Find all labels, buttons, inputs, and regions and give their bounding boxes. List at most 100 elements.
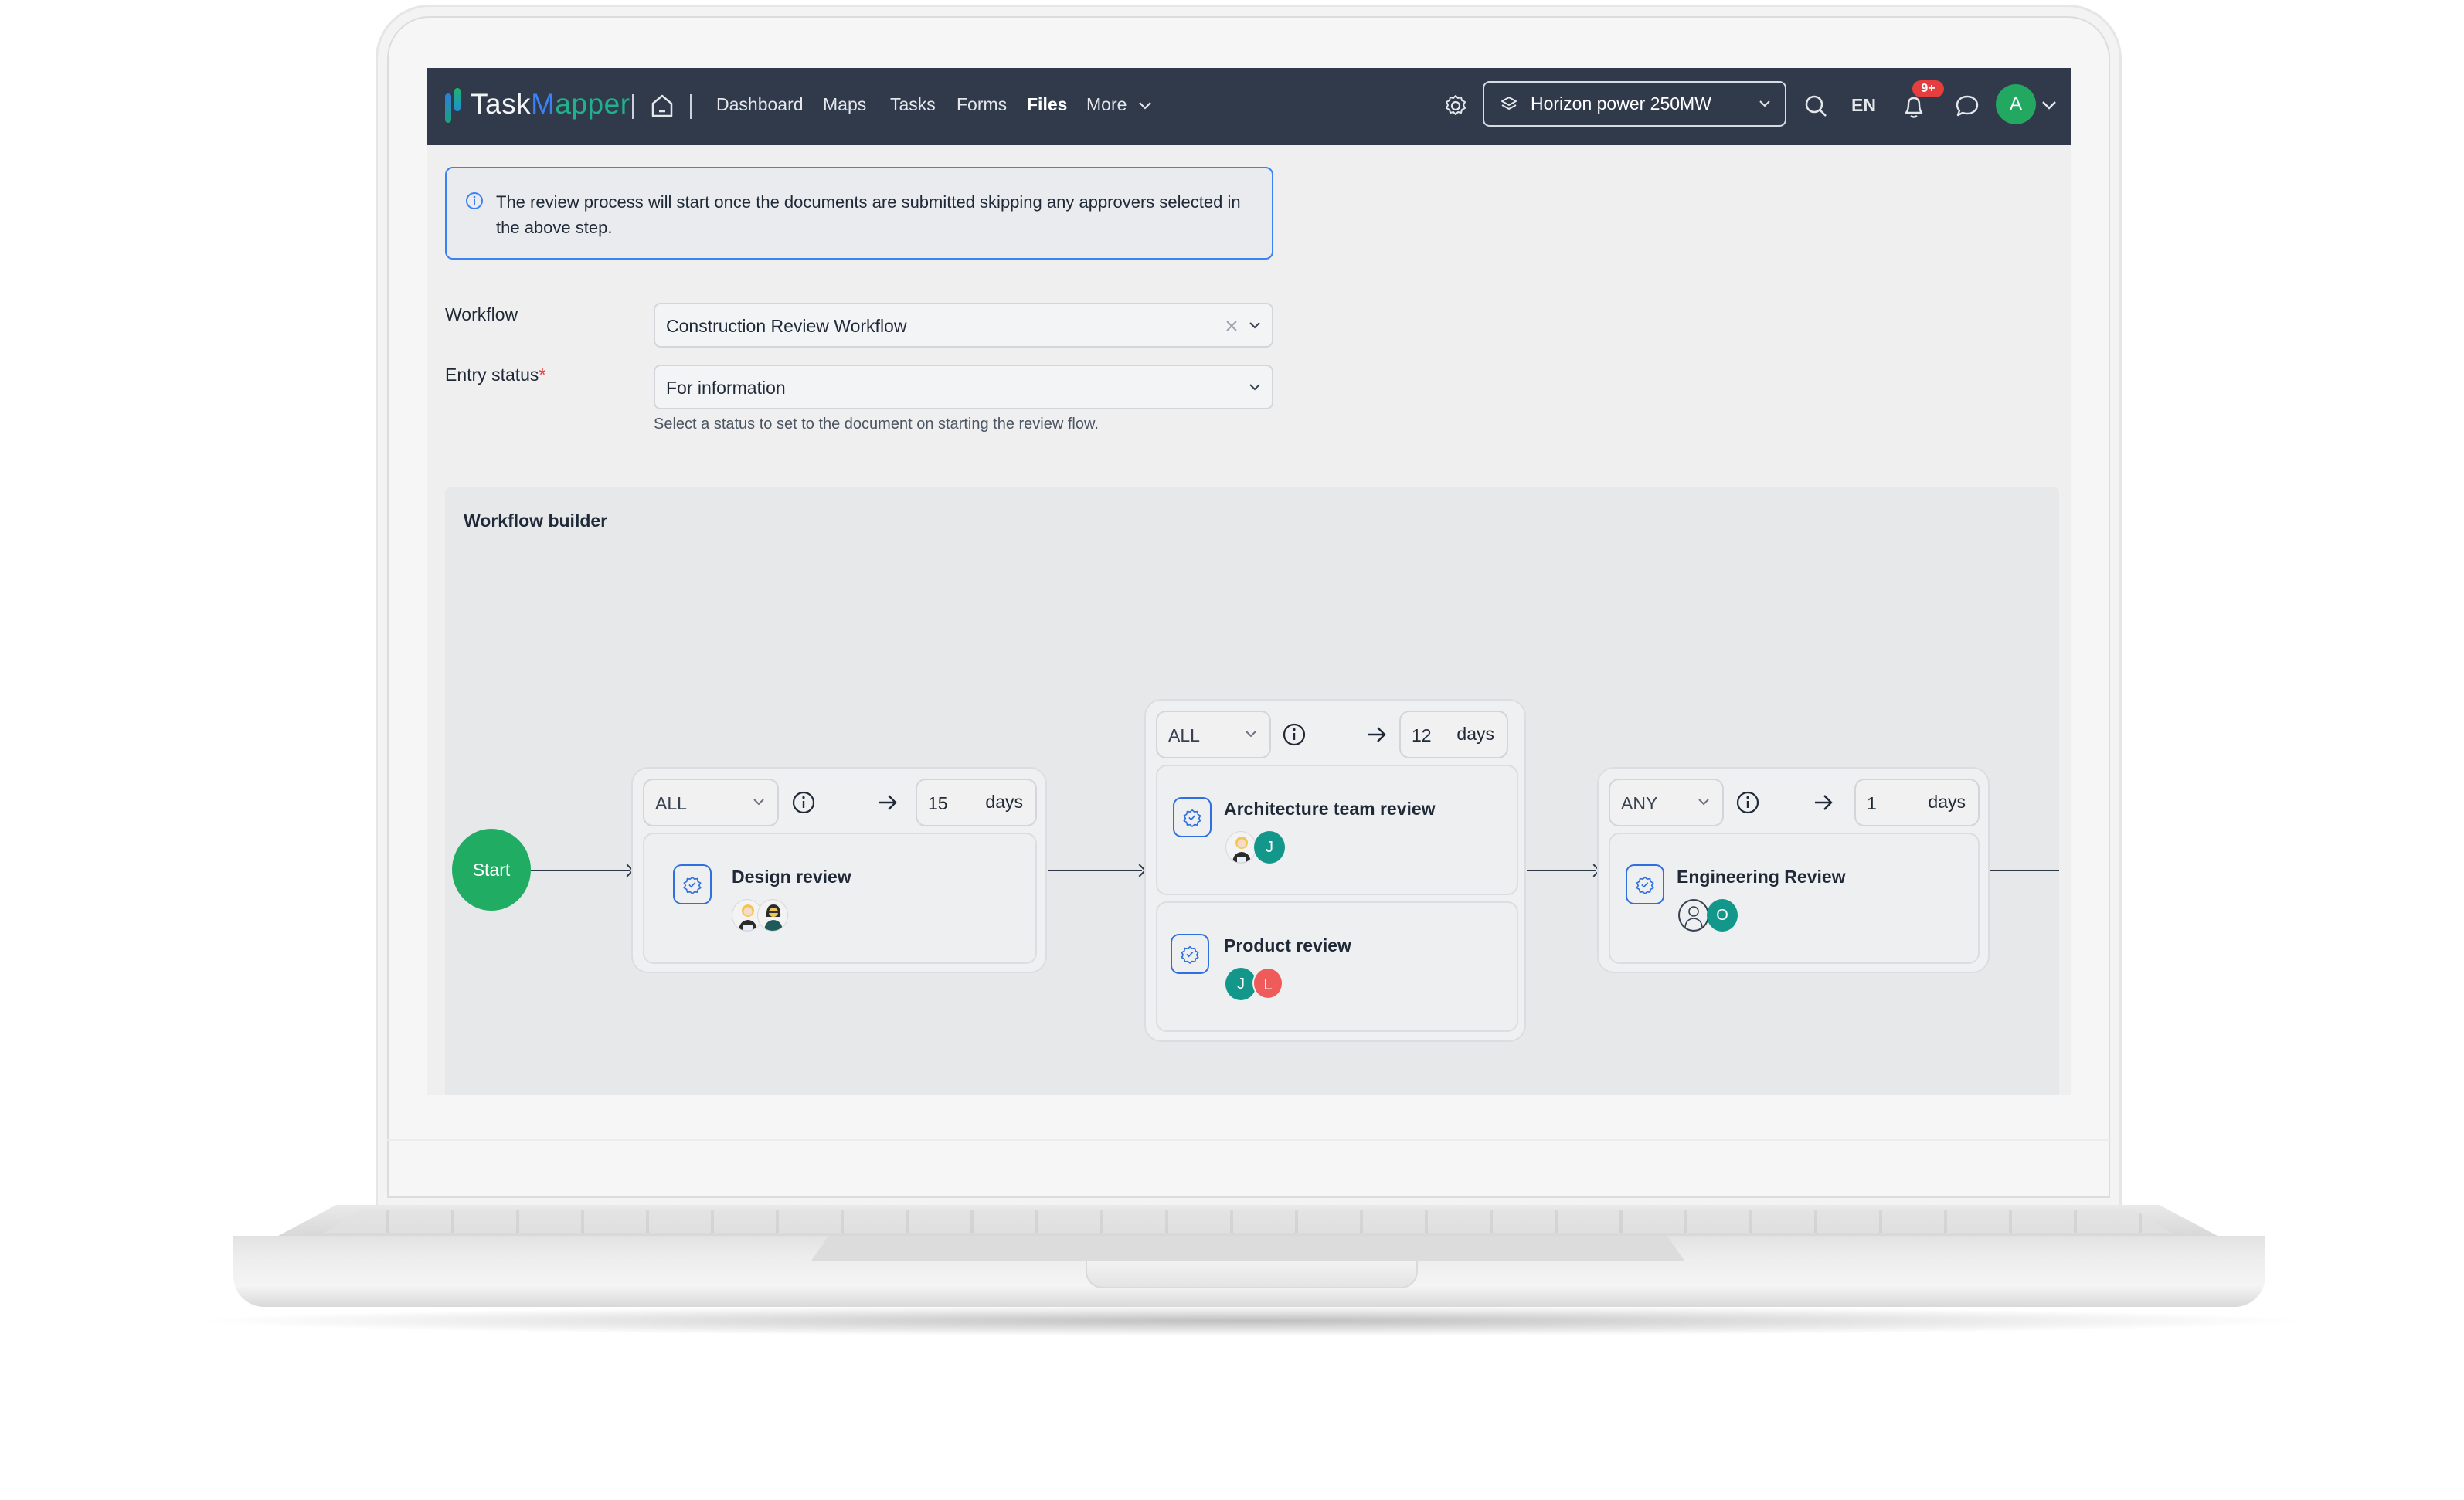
assignee-avatar[interactable] (757, 899, 788, 932)
language-selector[interactable]: EN (1851, 95, 1876, 116)
duration-input[interactable]: 1 days (1854, 779, 1980, 826)
search-icon[interactable] (1803, 93, 1828, 118)
workflow-select-value: Construction Review Workflow (666, 316, 907, 336)
condition-select[interactable]: ANY (1609, 779, 1724, 826)
duration-input[interactable]: 12 days (1399, 711, 1508, 758)
info-icon[interactable] (1282, 722, 1307, 747)
assignee-avatar[interactable]: J (1254, 831, 1285, 864)
chevron-down-icon (1249, 384, 1260, 391)
review-title: Design review (732, 867, 851, 887)
review-title: Architecture team review (1224, 799, 1436, 819)
nav-more[interactable]: More (1086, 94, 1152, 115)
laptop-lid-notch (1086, 1261, 1418, 1288)
laptop-shadow (185, 1305, 2318, 1336)
arrow-right-icon (1368, 727, 1386, 742)
workflow-select[interactable]: Construction Review Workflow (654, 303, 1273, 348)
review-card[interactable]: Design review (643, 833, 1037, 964)
nav-files[interactable]: Files (1027, 94, 1067, 115)
info-alert-text: The review process will start once the d… (496, 192, 1241, 237)
step-group-2: ALL 12 days Architecture team review J P… (1144, 699, 1526, 1042)
chevron-down-icon (753, 799, 764, 806)
logo-text-m: M (531, 88, 556, 120)
entry-status-label: Entry status* (445, 365, 545, 385)
condition-select-value: ALL (1168, 725, 1200, 745)
nav-divider (690, 94, 692, 119)
condition-select-value: ALL (655, 793, 687, 813)
info-icon[interactable] (1735, 790, 1760, 815)
project-selector[interactable]: Horizon power 250MW (1483, 81, 1786, 127)
connector-line (1527, 870, 1596, 871)
nav-dashboard[interactable]: Dashboard (716, 94, 804, 115)
project-selector-value: Horizon power 250MW (1531, 93, 1711, 114)
verified-badge-icon (1173, 797, 1212, 837)
layers-icon (1501, 97, 1517, 110)
user-avatar[interactable]: A (1996, 84, 2036, 124)
chevron-down-icon (1698, 799, 1709, 806)
duration-value: 1 (1867, 793, 1877, 813)
connector-line (1048, 870, 1142, 871)
chevron-down-icon[interactable] (2041, 100, 2057, 111)
logo-icon (445, 93, 451, 123)
gear-icon[interactable] (1443, 93, 1468, 118)
review-card[interactable]: Architecture team review J (1156, 765, 1518, 895)
duration-value: 12 (1412, 725, 1432, 745)
assignee-avatar[interactable]: J (1225, 968, 1256, 1000)
home-icon[interactable] (651, 93, 675, 118)
chevron-down-icon (1759, 100, 1770, 107)
nav-divider (632, 94, 634, 119)
arrow-right-icon (879, 795, 897, 810)
chevron-down-icon (1246, 731, 1256, 738)
chat-icon[interactable] (1955, 93, 1980, 118)
logo-text-apper: apper (555, 88, 630, 120)
review-card[interactable]: Engineering Review O (1609, 833, 1980, 964)
workflow-builder: Workflow builder Start ALL 15 days Desig… (445, 487, 2059, 1095)
verified-badge-icon (1626, 864, 1664, 904)
review-title: Engineering Review (1677, 867, 1846, 887)
nav-forms[interactable]: Forms (957, 94, 1007, 115)
laptop-trackpad (811, 1236, 1684, 1261)
entry-status-helper: Select a status to set to the document o… (654, 416, 1099, 433)
condition-select-value: ANY (1621, 793, 1658, 813)
assignee-avatar[interactable] (1225, 831, 1256, 864)
notification-badge: 9+ (1912, 80, 1944, 97)
assignee-avatar[interactable]: O (1707, 899, 1738, 932)
info-icon (466, 192, 483, 209)
condition-select[interactable]: ALL (643, 779, 779, 826)
top-navbar: TaskMapper Dashboard Maps Tasks Forms Fi… (427, 68, 2071, 145)
assignee-avatar[interactable] (1678, 899, 1709, 932)
required-mark: * (539, 365, 546, 385)
nav-tasks[interactable]: Tasks (890, 94, 936, 115)
duration-value: 15 (928, 793, 948, 813)
info-icon[interactable] (791, 790, 816, 815)
workflow-label: Workflow (445, 304, 518, 324)
nav-more-label: More (1086, 94, 1127, 114)
start-node[interactable]: Start (452, 829, 531, 911)
app-logo[interactable]: TaskMapper (471, 88, 630, 120)
logo-icon-accent (454, 88, 461, 111)
entry-status-label-text: Entry status (445, 365, 539, 385)
step-group-3: ANY 1 days Engineering Review O (1597, 767, 1990, 973)
condition-select[interactable]: ALL (1156, 711, 1271, 758)
duration-unit: days (985, 792, 1023, 812)
review-title: Product review (1224, 935, 1351, 955)
assignee-avatar[interactable]: L (1252, 967, 1283, 999)
logo-text-task: Task (471, 88, 532, 120)
clear-icon[interactable] (1225, 320, 1238, 332)
verified-badge-icon (673, 864, 712, 904)
review-card[interactable]: Product review J L (1156, 901, 1518, 1032)
verified-badge-icon (1171, 934, 1209, 974)
chevron-down-icon (1249, 322, 1260, 329)
laptop-chin (386, 1139, 2111, 1141)
chevron-down-icon (1139, 102, 1151, 110)
entry-status-select[interactable]: For information (654, 365, 1273, 409)
duration-unit: days (1928, 792, 1966, 812)
info-alert: The review process will start once the d… (445, 167, 1273, 260)
entry-status-select-value: For information (666, 378, 786, 398)
connector-line (1990, 870, 2059, 871)
duration-input[interactable]: 15 days (916, 779, 1037, 826)
duration-unit: days (1456, 724, 1494, 744)
workflow-builder-title: Workflow builder (464, 511, 608, 531)
arrow-right-icon (1815, 795, 1833, 810)
app-screen: TaskMapper Dashboard Maps Tasks Forms Fi… (427, 68, 2071, 1095)
nav-maps[interactable]: Maps (823, 94, 866, 115)
